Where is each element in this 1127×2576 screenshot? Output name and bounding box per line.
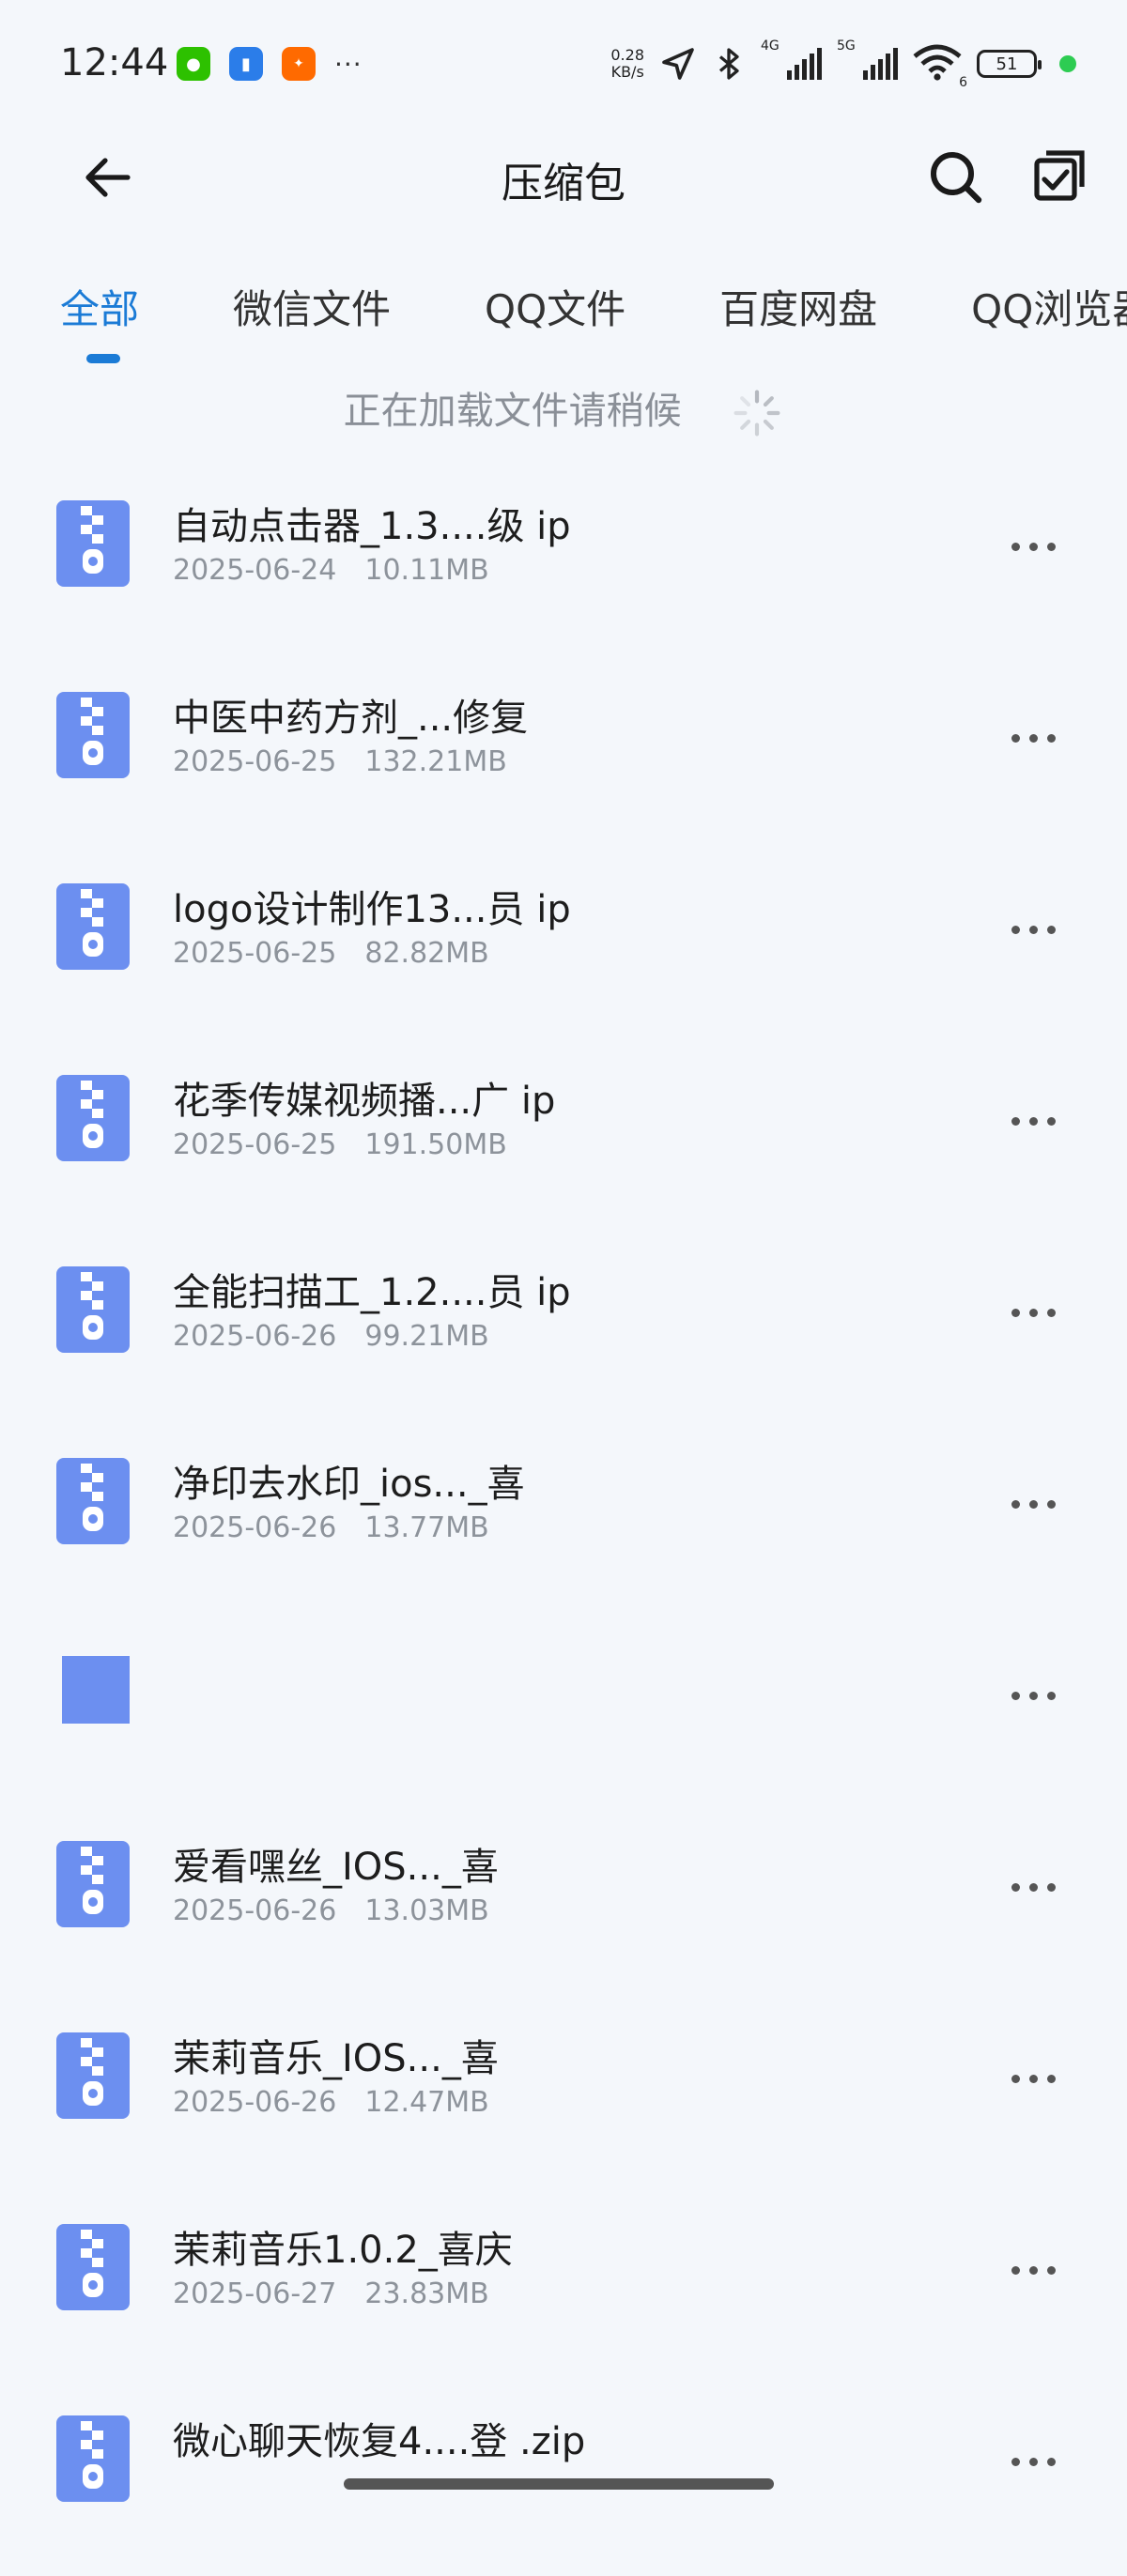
zip-file-icon (56, 2415, 130, 2502)
tab-all[interactable]: 全部 (60, 278, 139, 363)
file-size: 99.21MB (364, 1320, 489, 1353)
file-name: 自动点击器_1.3....级 ip (173, 505, 571, 548)
tab-baidu-netdisk[interactable]: 百度网盘 (719, 278, 877, 335)
zip-file-icon (56, 2224, 130, 2310)
file-date: 2025-06-26 (173, 2086, 337, 2119)
file-meta: 2025-06-25 82.82MB (173, 937, 489, 970)
zip-file-icon (56, 1266, 130, 1353)
list-item[interactable]: 茉莉音乐1.0.2_喜庆 2025-06-27 23.83MB (0, 2193, 1127, 2384)
tab-qq-browser[interactable]: QQ浏览器 (971, 278, 1127, 335)
book-app-notification-icon: ▮ (229, 47, 263, 81)
loading-indicator: 正在加载文件请稍候 (0, 380, 1127, 439)
tab-qq-files[interactable]: QQ文件 (485, 278, 625, 335)
game-app-notification-icon: ✦ (282, 47, 316, 81)
list-item[interactable]: 自动点击器_1.3....级 ip 2025-06-24 10.11MB (0, 469, 1127, 661)
file-name: 茉莉音乐1.0.2_喜庆 (173, 2229, 513, 2272)
more-notifications-icon: ··· (334, 48, 363, 80)
file-meta: 2025-06-25 191.50MB (173, 1128, 507, 1161)
loading-spinner-icon (733, 390, 780, 437)
file-date: 2025-06-24 (173, 554, 337, 587)
file-date: 2025-06-26 (173, 1320, 337, 1353)
search-icon[interactable] (926, 147, 986, 207)
location-icon (662, 48, 694, 80)
list-item[interactable]: 全能扫描工_1.2....员 ip 2025-06-26 99.21MB (0, 1235, 1127, 1427)
wifi-icon: 6 (913, 43, 967, 90)
more-options-icon[interactable] (996, 911, 1071, 948)
zip-file-icon (56, 1841, 130, 1927)
more-options-icon[interactable] (996, 2060, 1071, 2097)
file-name: 花季传媒视频播...广 ip (173, 1080, 556, 1123)
file-name: 净印去水印_ios..._喜 (173, 1463, 525, 1506)
list-item[interactable] (0, 1618, 1127, 1810)
list-item[interactable]: 中医中药方剂_...修复 2025-06-25 132.21MB (0, 661, 1127, 852)
source-tabs: 全部 微信文件 QQ文件 百度网盘 QQ浏览器 (60, 278, 1127, 363)
list-item[interactable]: logo设计制作13...员 ip 2025-06-25 82.82MB (0, 852, 1127, 1044)
more-options-icon[interactable] (996, 1485, 1071, 1523)
file-name: 爱看嘿丝_IOS..._喜 (173, 1846, 499, 1889)
bluetooth-icon (718, 48, 739, 80)
file-name: 全能扫描工_1.2....员 ip (173, 1271, 571, 1314)
multi-select-icon[interactable] (1029, 146, 1089, 206)
file-name: logo设计制作13...员 ip (173, 888, 571, 931)
list-item[interactable]: 净印去水印_ios..._喜 2025-06-26 13.77MB (0, 1427, 1127, 1618)
file-size: 82.82MB (364, 937, 489, 970)
list-item[interactable]: 花季传媒视频播...广 ip 2025-06-25 191.50MB (0, 1044, 1127, 1235)
status-time: 12:44 (60, 41, 169, 84)
more-options-icon[interactable] (996, 719, 1071, 757)
zip-file-icon (56, 883, 130, 970)
file-name: 茉莉音乐_IOS..._喜 (173, 2037, 499, 2080)
file-size: 12.47MB (364, 2086, 489, 2119)
file-meta: 2025-06-26 13.03MB (173, 1894, 489, 1927)
more-options-icon[interactable] (996, 1102, 1071, 1140)
app-header: 压缩包 (0, 136, 1127, 258)
more-options-icon[interactable] (996, 2443, 1071, 2480)
cellular-signal-1-icon: 4G (761, 38, 822, 80)
file-meta: 2025-06-24 10.11MB (173, 554, 489, 587)
more-options-icon[interactable] (996, 1294, 1071, 1331)
zip-file-icon (56, 500, 130, 587)
file-meta: 2025-06-26 13.77MB (173, 1511, 489, 1544)
file-size: 10.11MB (364, 554, 489, 587)
file-name: 中医中药方剂_...修复 (173, 697, 529, 740)
zip-file-icon (56, 2032, 130, 2119)
more-options-icon[interactable] (996, 1868, 1071, 1906)
wechat-notification-icon: ● (177, 47, 210, 81)
zip-file-icon (56, 1458, 130, 1544)
tab-wechat-files[interactable]: 微信文件 (233, 278, 391, 335)
file-size: 13.77MB (364, 1511, 489, 1544)
file-list: 自动点击器_1.3....级 ip 2025-06-24 10.11MB 中医中药… (0, 469, 1127, 2576)
loading-text: 正在加载文件请稍候 (343, 390, 682, 433)
more-options-icon[interactable] (996, 528, 1071, 565)
network-speed: 0.28 KB/s (610, 46, 644, 81)
system-icons: 0.28 KB/s 4G 5G 6 51 (610, 38, 1076, 90)
file-name: 微心聊天恢复4....登 .zip (173, 2420, 586, 2463)
list-item[interactable]: 茉莉音乐_IOS..._喜 2025-06-26 12.47MB (0, 2001, 1127, 2193)
status-bar: 12:44 ● ▮ ✦ ··· 0.28 KB/s 4G 5G 6 51 (0, 0, 1127, 136)
file-meta: 2025-06-26 12.47MB (173, 2086, 489, 2119)
privacy-indicator-dot (1059, 55, 1076, 72)
file-size: 23.83MB (364, 2277, 489, 2310)
zip-file-icon (56, 1075, 130, 1161)
list-item[interactable]: 爱看嘿丝_IOS..._喜 2025-06-26 13.03MB (0, 1810, 1127, 2001)
more-options-icon[interactable] (996, 2251, 1071, 2289)
file-date: 2025-06-25 (173, 937, 337, 970)
file-meta: 2025-06-26 99.21MB (173, 1320, 489, 1353)
zip-file-icon (56, 692, 130, 778)
home-indicator[interactable] (344, 2478, 774, 2490)
file-thumbnail-placeholder (62, 1656, 130, 1724)
file-date: 2025-06-26 (173, 1894, 337, 1927)
file-meta: 2025-06-27 23.83MB (173, 2277, 489, 2310)
file-size: 13.03MB (364, 1894, 489, 1927)
cellular-signal-2-icon: 5G (837, 38, 898, 80)
file-date: 2025-06-26 (173, 1511, 337, 1544)
file-date: 2025-06-25 (173, 1128, 337, 1161)
file-meta: 2025-06-25 132.21MB (173, 745, 507, 778)
file-size: 132.21MB (364, 745, 507, 778)
file-date: 2025-06-25 (173, 745, 337, 778)
file-size: 191.50MB (364, 1128, 507, 1161)
notification-icons: ● ▮ ✦ ··· (177, 47, 363, 81)
file-date: 2025-06-27 (173, 2277, 337, 2310)
battery-icon: 51 (977, 50, 1042, 78)
more-options-icon[interactable] (996, 1677, 1071, 1714)
